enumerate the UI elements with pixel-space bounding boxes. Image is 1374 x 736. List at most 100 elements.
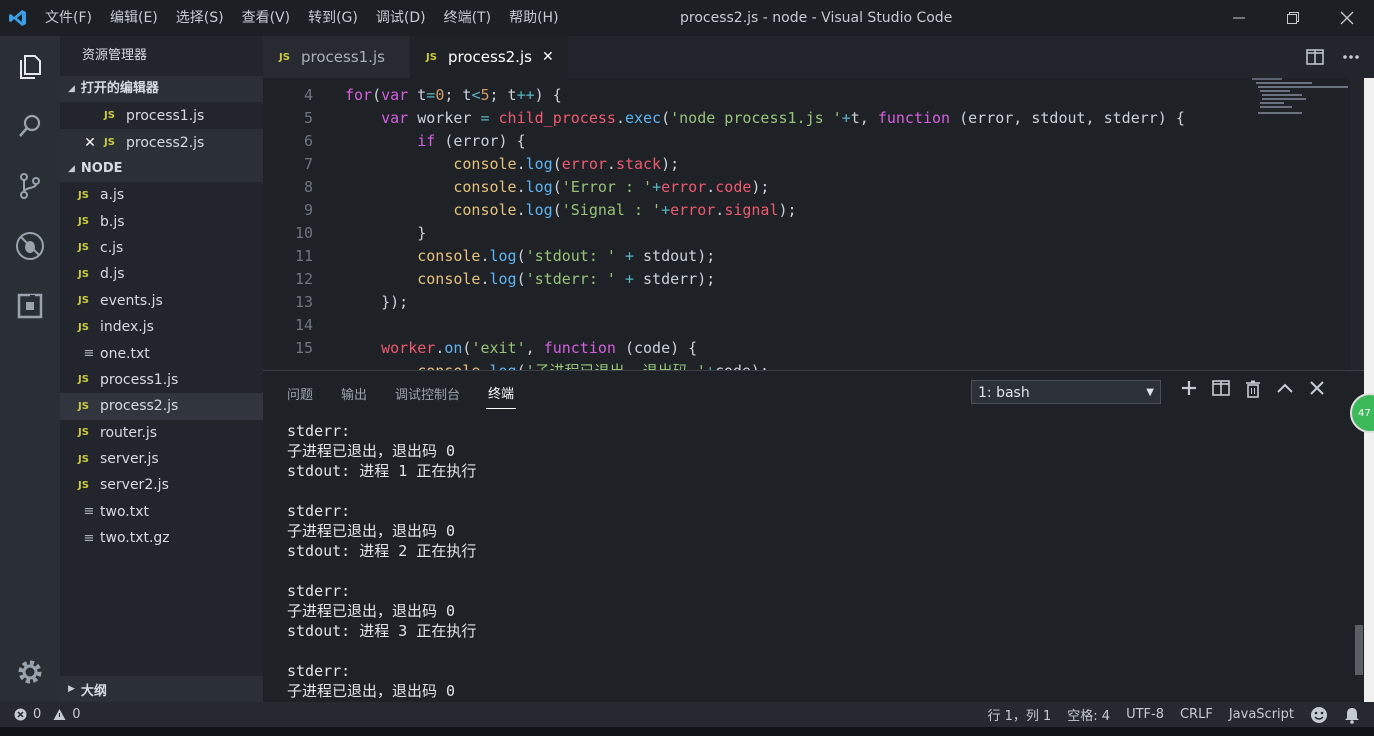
- tab-process2[interactable]: JS process2.js ✕: [410, 36, 568, 78]
- restore-button[interactable]: [1266, 0, 1320, 36]
- line-number: 11: [294, 247, 313, 265]
- title-bar: 文件(F) 编辑(E) 选择(S) 查看(V) 转到(G) 调试(D) 终端(T…: [0, 0, 1374, 36]
- line-number: 4: [303, 86, 313, 104]
- js-file-icon: JS: [279, 51, 290, 63]
- menu-file[interactable]: 文件(F): [36, 0, 101, 36]
- js-file-icon: JS: [78, 453, 89, 465]
- file-item[interactable]: JS process1.js: [60, 367, 263, 393]
- terminal-output[interactable]: stderr: 子进程已退出，退出码 0 stdout: 进程 1 正在执行 s…: [287, 421, 1337, 701]
- menu-go[interactable]: 转到(G): [299, 0, 367, 36]
- terminal-line: stderr:: [287, 422, 351, 440]
- file-label: a.js: [100, 187, 125, 204]
- file-item[interactable]: JS c.js: [60, 235, 263, 261]
- menu-view[interactable]: 查看(V): [233, 0, 300, 36]
- open-editors-header[interactable]: ◢ 打开的编辑器: [60, 76, 263, 102]
- file-item[interactable]: JS a.js: [60, 182, 263, 208]
- close-window-button[interactable]: [1320, 0, 1374, 36]
- js-file-icon: JS: [104, 137, 115, 148]
- language-mode[interactable]: JavaScript: [1229, 707, 1294, 722]
- tab-close-icon[interactable]: ✕: [542, 49, 554, 65]
- file-item[interactable]: JS router.js: [60, 420, 263, 446]
- vscode-logo-icon: [0, 0, 36, 36]
- code-line: 4 for(var t=0; t<5; t++) {: [263, 84, 1350, 107]
- terminal-scrollbar[interactable]: [1355, 625, 1363, 675]
- terminal-select[interactable]: 1: bash ▼: [971, 380, 1161, 404]
- outline-header[interactable]: ▶ 大纲: [60, 676, 263, 702]
- menu-bar: 文件(F) 编辑(E) 选择(S) 查看(V) 转到(G) 调试(D) 终端(T…: [36, 0, 568, 36]
- line-ending[interactable]: CRLF: [1180, 707, 1213, 722]
- file-item[interactable]: JS index.js: [60, 314, 263, 340]
- bell-icon[interactable]: [1344, 706, 1360, 724]
- file-item[interactable]: ≡ one.txt: [60, 340, 263, 366]
- extensions-icon: [17, 293, 43, 319]
- collapse-triangle-icon: ◢: [68, 164, 75, 174]
- more-actions-icon[interactable]: [1342, 54, 1360, 60]
- file-label: b.js: [100, 213, 125, 230]
- editor-scrollbar[interactable]: [1350, 78, 1364, 370]
- menu-help[interactable]: 帮助(H): [500, 0, 567, 36]
- code-line: 5 var worker = child_process.exec('node …: [263, 107, 1350, 130]
- collapse-triangle-icon: ◢: [68, 84, 75, 94]
- terminal-line: stderr:: [287, 662, 351, 680]
- menu-debug[interactable]: 调试(D): [367, 0, 435, 36]
- chevron-up-icon[interactable]: [1276, 380, 1294, 396]
- open-editor-label: process2.js: [126, 134, 205, 151]
- code-line: 8 console.log('Error : '+error.code);: [263, 176, 1350, 199]
- tab-output[interactable]: 输出: [339, 378, 369, 409]
- file-item-selected[interactable]: JS process2.js: [60, 393, 263, 420]
- minimap[interactable]: [1252, 78, 1350, 138]
- terminal-line: stdout: 进程 2 正在执行: [287, 542, 477, 560]
- file-label: d.js: [100, 266, 125, 283]
- code-line: 10 }: [263, 222, 1350, 245]
- source-control-button[interactable]: [0, 156, 60, 216]
- file-item[interactable]: JS events.js: [60, 288, 263, 314]
- files-icon: [20, 55, 41, 79]
- tab-debug-console[interactable]: 调试控制台: [393, 378, 462, 409]
- minimize-button[interactable]: [1212, 0, 1266, 36]
- terminal-line: stdout: 进程 3 正在执行: [287, 622, 477, 640]
- split-editor-icon[interactable]: [1306, 49, 1324, 65]
- code-editor[interactable]: 4 for(var t=0; t<5; t++) { 5 var worker =…: [263, 78, 1350, 370]
- close-panel-icon[interactable]: [1309, 380, 1325, 396]
- file-item[interactable]: JS d.js: [60, 261, 263, 287]
- search-button[interactable]: [0, 96, 60, 156]
- menu-edit[interactable]: 编辑(E): [101, 0, 167, 36]
- file-item[interactable]: JS server.js: [60, 446, 263, 472]
- menu-selection[interactable]: 选择(S): [167, 0, 233, 36]
- js-file-icon: JS: [78, 216, 89, 228]
- bottom-panel: 问题 输出 调试控制台 终端 1: bash ▼ stderr: 子进程已退出，…: [263, 370, 1364, 702]
- open-editor-item[interactable]: ✕ JS process2.js: [60, 129, 263, 156]
- indentation[interactable]: 空格: 4: [1067, 705, 1110, 724]
- smiley-feedback-icon[interactable]: [1310, 706, 1328, 724]
- menu-terminal[interactable]: 终端(T): [435, 0, 500, 36]
- tab-problems[interactable]: 问题: [285, 378, 315, 409]
- tab-process1[interactable]: JS process1.js: [263, 36, 409, 78]
- file-item[interactable]: ≡ two.txt.gz: [60, 525, 263, 551]
- terminal-line: stderr:: [287, 502, 351, 520]
- explorer-button[interactable]: [0, 36, 60, 96]
- git-branch-icon: [20, 173, 40, 199]
- debug-icon: [16, 232, 44, 260]
- debug-button[interactable]: [0, 216, 60, 276]
- tab-label: process2.js: [448, 48, 532, 66]
- trash-icon[interactable]: [1245, 380, 1261, 398]
- cursor-position[interactable]: 行 1，列 1: [987, 705, 1051, 724]
- split-terminal-icon[interactable]: [1212, 380, 1230, 396]
- tab-terminal[interactable]: 终端: [486, 377, 517, 409]
- problems-status[interactable]: 0 0: [0, 707, 81, 722]
- extensions-button[interactable]: [0, 276, 60, 336]
- add-terminal-icon[interactable]: [1181, 380, 1197, 396]
- file-item[interactable]: ≡ two.txt: [60, 499, 263, 525]
- minimize-icon: [1233, 17, 1245, 19]
- file-item[interactable]: JS server2.js: [60, 472, 263, 498]
- file-item[interactable]: JS b.js: [60, 208, 263, 234]
- open-editor-label: process1.js: [126, 107, 205, 124]
- settings-button[interactable]: [0, 642, 60, 702]
- encoding[interactable]: UTF-8: [1126, 707, 1164, 722]
- js-file-icon: JS: [426, 51, 437, 63]
- close-icon[interactable]: ✕: [80, 135, 100, 151]
- folder-header[interactable]: ◢ NODE: [60, 156, 263, 182]
- code-line: console.log('子进程已退出, 退出码 '+code);: [263, 360, 1350, 370]
- open-editor-item[interactable]: JS process1.js: [60, 102, 263, 129]
